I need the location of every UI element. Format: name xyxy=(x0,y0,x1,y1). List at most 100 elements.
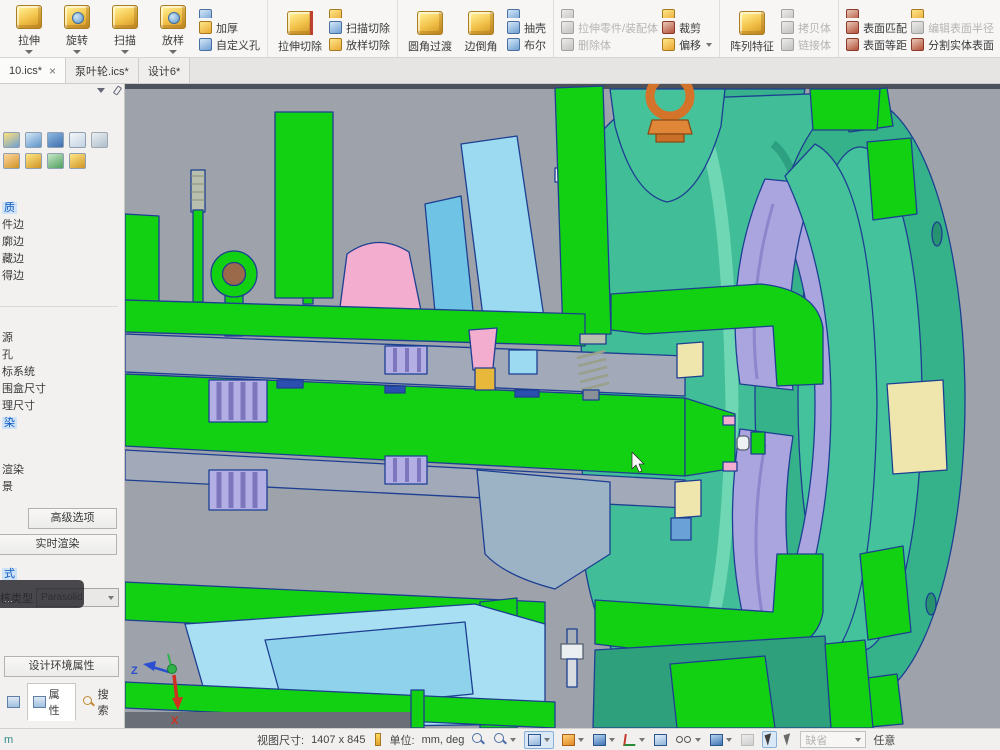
boolean-button[interactable]: 布尔 xyxy=(507,37,546,52)
advanced-options-button[interactable]: 高级选项 xyxy=(28,508,117,529)
properties-tab-label: 属性 xyxy=(49,686,70,718)
tree-item[interactable]: 廓边 xyxy=(0,234,24,251)
tab-properties[interactable]: 属性 xyxy=(27,683,76,721)
pattern-feature-button[interactable]: 阵列特征 xyxy=(726,19,778,57)
axis-display-button[interactable] xyxy=(623,732,646,748)
copy-body-button: 拷贝体 xyxy=(781,20,831,35)
clipped-ribbon-item[interactable] xyxy=(846,9,907,18)
trim-button[interactable]: 裁剪 xyxy=(662,20,712,35)
chamfer-button[interactable]: 边倒角 xyxy=(458,19,504,57)
x-axis-label: X xyxy=(171,715,179,727)
panel-tool-icon[interactable] xyxy=(69,153,86,169)
loft-cut-button[interactable]: 放样切除 xyxy=(329,37,390,52)
sweep-cut-button[interactable]: 扫描切除 xyxy=(329,20,390,35)
custom-hole-button[interactable]: 自定义孔 xyxy=(199,37,260,52)
edit-surface-radius-icon xyxy=(911,21,924,34)
bottom-flange-leg[interactable] xyxy=(825,640,873,728)
clipped-ribbon-item[interactable] xyxy=(199,9,260,18)
bottom-section-cut[interactable] xyxy=(670,656,775,728)
view-mode-button[interactable] xyxy=(524,731,554,749)
tree-item[interactable]: 源 xyxy=(0,330,46,347)
clipped-ribbon-item[interactable] xyxy=(911,9,994,18)
chevron-down-icon[interactable] xyxy=(97,88,105,93)
render-style-button[interactable] xyxy=(561,732,585,748)
panel-tool-icon[interactable] xyxy=(25,132,42,148)
tab-search[interactable]: 搜索 xyxy=(78,684,124,720)
surface-match-button[interactable]: 表面匹配 xyxy=(846,20,907,35)
clipped-ribbon-item[interactable] xyxy=(561,9,658,18)
tree-item[interactable]: 件边 xyxy=(0,217,24,234)
surface-match-label: 表面匹配 xyxy=(863,20,907,36)
display-options-list: 质 件边 廓边 藏边 得边 xyxy=(0,200,24,285)
panel-tool-icon[interactable] xyxy=(3,153,20,169)
clipped-ribbon-item[interactable] xyxy=(662,9,712,18)
clipped-ribbon-item[interactable] xyxy=(781,9,831,18)
panel-tool-icon[interactable] xyxy=(47,153,64,169)
extrude-cut-button[interactable]: 拉伸切除 xyxy=(274,19,326,57)
shaded-cube-icon xyxy=(654,734,667,746)
select-alt-button[interactable] xyxy=(784,732,793,747)
pump-section-view: Z X xyxy=(125,84,1000,728)
viewport-3d[interactable]: Z X xyxy=(125,84,1000,728)
chevron-down-icon xyxy=(25,50,33,54)
clipped-ribbon-item[interactable] xyxy=(507,9,546,18)
loft-cut-icon xyxy=(329,38,342,51)
tree-item[interactable]: 围盒尺寸 xyxy=(0,381,46,398)
panel-tool-icon[interactable] xyxy=(91,132,108,148)
split-solid-surface-button[interactable]: 分割实体表面 xyxy=(911,37,994,52)
tree-item[interactable]: 藏边 xyxy=(0,251,24,268)
tree-item[interactable]: 理尺寸 xyxy=(0,398,46,415)
thicken-button[interactable]: 加厚 xyxy=(199,20,260,35)
glasses-icon xyxy=(676,735,692,744)
select-tool-button[interactable] xyxy=(762,731,777,748)
tree-item[interactable]: 标系统 xyxy=(0,364,46,381)
tab-structure[interactable] xyxy=(2,694,25,710)
panel-tool-icon[interactable] xyxy=(3,132,20,148)
zoom-in-button[interactable] xyxy=(471,731,486,748)
offset-button[interactable]: 偏移 xyxy=(662,37,712,52)
tree-item[interactable]: 渲染 xyxy=(0,462,24,479)
fillet-icon xyxy=(417,11,443,35)
doc-tab-impeller[interactable]: 泵叶轮.ics* xyxy=(66,58,139,83)
clipped-ribbon-item[interactable] xyxy=(329,9,390,18)
shell-button[interactable]: 抽壳 xyxy=(507,20,546,35)
status-bar: m 视图尺寸: 1407 x 845 单位: mm, deg 缺省 任意 xyxy=(0,728,1000,750)
tree-item-selected[interactable]: 染 xyxy=(0,415,46,432)
tree-item-selected[interactable]: 质 xyxy=(0,200,24,217)
display-mode-button[interactable] xyxy=(592,732,616,748)
doc-tab-label: 10.ics* xyxy=(9,65,42,77)
fillet-button[interactable]: 圆角过渡 xyxy=(404,19,456,57)
iso-view-button[interactable] xyxy=(709,732,733,748)
revolve-button[interactable]: 旋转 xyxy=(54,13,100,57)
sweep-button[interactable]: 扫描 xyxy=(102,13,148,57)
zoom-out-button[interactable] xyxy=(493,731,517,748)
tree-item[interactable]: 景 xyxy=(0,479,24,496)
caption-overlay: … xyxy=(0,580,84,608)
doc-tab-design6[interactable]: 设计6* xyxy=(139,58,190,83)
panel-tool-icon[interactable] xyxy=(25,153,42,169)
surface-match-icon xyxy=(846,21,859,34)
design-env-properties-button[interactable]: 设计环境属性 xyxy=(4,656,119,677)
extrude-button[interactable]: 拉伸 xyxy=(6,13,52,57)
panel-tool-icon[interactable] xyxy=(47,132,64,148)
chevron-down-icon xyxy=(855,738,861,742)
tree-item[interactable]: 得边 xyxy=(0,268,24,285)
structure-icon xyxy=(7,696,20,708)
loft-button[interactable]: 放样 xyxy=(150,13,196,57)
pin-icon[interactable] xyxy=(113,85,122,95)
panel-tool-icon[interactable] xyxy=(69,132,86,148)
perspective-button[interactable] xyxy=(675,733,702,746)
surface-offset-button[interactable]: 表面等距 xyxy=(846,37,907,52)
close-icon[interactable]: × xyxy=(49,66,56,76)
realtime-render-button[interactable]: 实时渲染 xyxy=(0,534,117,555)
fillet-label: 圆角过渡 xyxy=(408,38,452,54)
document-tabbar: 10.ics* × 泵叶轮.ics* 设计6* xyxy=(0,58,1000,84)
selection-filter-dropdown[interactable]: 缺省 xyxy=(800,731,866,748)
shaded-view-button[interactable] xyxy=(653,732,668,748)
view-size-value: 1407 x 845 xyxy=(311,734,365,746)
delete-body-label: 删除体 xyxy=(578,37,611,53)
flange-gasket[interactable] xyxy=(887,380,947,474)
base-pillar[interactable] xyxy=(411,690,424,728)
tree-item[interactable]: 孔 xyxy=(0,347,46,364)
doc-tab-10ics[interactable]: 10.ics* × xyxy=(0,58,66,83)
